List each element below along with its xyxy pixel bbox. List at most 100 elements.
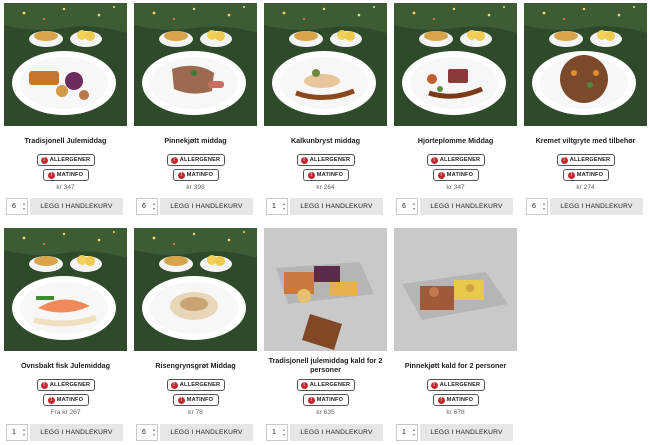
quantity-spinner[interactable]: ▲ ▼: [281, 428, 287, 438]
allergen-button[interactable]: ! ALLERGENER: [296, 154, 355, 166]
warning-icon: !: [40, 381, 48, 389]
warning-icon: !: [307, 396, 315, 404]
product-image[interactable]: [134, 3, 257, 126]
product-title[interactable]: Pinnekjøtt kald for 2 personer: [392, 354, 519, 376]
matinfo-button[interactable]: ! MATINFO: [302, 169, 349, 181]
matinfo-label: MATINFO: [576, 172, 604, 178]
allergen-button[interactable]: ! ALLERGENER: [426, 379, 485, 391]
product-title[interactable]: Risengrynsgrøt Middag: [132, 354, 259, 376]
product-price: kr 678: [446, 409, 465, 416]
quantity-value[interactable]: 6: [7, 203, 21, 210]
warning-icon: !: [40, 156, 48, 164]
allergen-button[interactable]: ! ALLERGENER: [426, 154, 485, 166]
allergen-button[interactable]: ! ALLERGENER: [296, 379, 355, 391]
matinfo-button[interactable]: ! MATINFO: [42, 394, 89, 406]
add-to-cart-button[interactable]: LEGG I HANDLEKURV: [290, 424, 383, 441]
quantity-spinner[interactable]: ▲ ▼: [281, 202, 287, 212]
quantity-stepper[interactable]: 1 ▲ ▼: [396, 424, 418, 441]
product-title[interactable]: Hjorteplomme Middag: [392, 129, 519, 151]
matinfo-button[interactable]: ! MATINFO: [42, 169, 89, 181]
add-to-cart-button[interactable]: LEGG I HANDLEKURV: [420, 198, 513, 215]
product-title[interactable]: Tradisjonell julemiddag kald for 2 perso…: [262, 354, 389, 376]
quantity-value[interactable]: 6: [397, 203, 411, 210]
warning-icon: !: [170, 156, 178, 164]
decrement-icon[interactable]: ▼: [542, 207, 545, 212]
food-photo: [264, 3, 387, 126]
decrement-icon[interactable]: ▼: [22, 207, 25, 212]
add-to-cart-button[interactable]: LEGG I HANDLEKURV: [30, 424, 123, 441]
matinfo-label: MATINFO: [446, 172, 474, 178]
matinfo-button[interactable]: ! MATINFO: [562, 169, 609, 181]
add-to-cart-row: 6 ▲ ▼ LEGG I HANDLEKURV: [132, 198, 259, 215]
product-image[interactable]: [394, 228, 517, 351]
decrement-icon[interactable]: ▼: [412, 433, 415, 438]
decrement-icon[interactable]: ▼: [22, 433, 25, 438]
product-image[interactable]: [4, 3, 127, 126]
quantity-spinner[interactable]: ▲ ▼: [151, 202, 157, 212]
matinfo-button[interactable]: ! MATINFO: [432, 169, 479, 181]
quantity-value[interactable]: 1: [267, 429, 281, 436]
warning-icon: !: [300, 381, 308, 389]
product-title[interactable]: Kalkunbryst middag: [262, 129, 389, 151]
quantity-stepper[interactable]: 1 ▲ ▼: [266, 198, 288, 215]
add-to-cart-button[interactable]: LEGG I HANDLEKURV: [30, 198, 123, 215]
product-image[interactable]: [394, 3, 517, 126]
matinfo-button[interactable]: ! MATINFO: [172, 169, 219, 181]
quantity-value[interactable]: 6: [527, 203, 541, 210]
allergen-label: ALLERGENER: [309, 382, 351, 388]
product-title[interactable]: Tradisjonell Julemiddag: [2, 129, 129, 151]
add-to-cart-button[interactable]: LEGG I HANDLEKURV: [420, 424, 513, 441]
quantity-value[interactable]: 1: [267, 203, 281, 210]
quantity-stepper[interactable]: 6 ▲ ▼: [396, 198, 418, 215]
matinfo-button[interactable]: ! MATINFO: [172, 394, 219, 406]
quantity-stepper[interactable]: 6 ▲ ▼: [6, 198, 28, 215]
allergen-button[interactable]: ! ALLERGENER: [36, 154, 95, 166]
product-card-6: Ovnsbakt fisk Julemiddag ! ALLERGENER ! …: [2, 228, 129, 441]
product-title[interactable]: Kremet viltgryte med tilbehør: [522, 129, 649, 151]
add-to-cart-button[interactable]: LEGG I HANDLEKURV: [550, 198, 643, 215]
warning-icon: !: [177, 171, 185, 179]
add-to-cart-button[interactable]: LEGG I HANDLEKURV: [160, 424, 253, 441]
quantity-value[interactable]: 1: [397, 429, 411, 436]
add-to-cart-button[interactable]: LEGG I HANDLEKURV: [290, 198, 383, 215]
matinfo-label: MATINFO: [56, 172, 84, 178]
quantity-spinner[interactable]: ▲ ▼: [21, 428, 27, 438]
allergen-button[interactable]: ! ALLERGENER: [166, 154, 225, 166]
quantity-stepper[interactable]: 6 ▲ ▼: [136, 424, 158, 441]
decrement-icon[interactable]: ▼: [282, 207, 285, 212]
decrement-icon[interactable]: ▼: [152, 207, 155, 212]
quantity-value[interactable]: 6: [137, 203, 151, 210]
product-image[interactable]: [264, 228, 387, 351]
matinfo-button[interactable]: ! MATINFO: [432, 394, 479, 406]
product-image[interactable]: [4, 228, 127, 351]
quantity-stepper[interactable]: 6 ▲ ▼: [136, 198, 158, 215]
quantity-stepper[interactable]: 1 ▲ ▼: [266, 424, 288, 441]
add-to-cart-button[interactable]: LEGG I HANDLEKURV: [160, 198, 253, 215]
quantity-spinner[interactable]: ▲ ▼: [541, 202, 547, 212]
allergen-button[interactable]: ! ALLERGENER: [556, 154, 615, 166]
product-image[interactable]: [134, 228, 257, 351]
allergen-button[interactable]: ! ALLERGENER: [166, 379, 225, 391]
quantity-spinner[interactable]: ▲ ▼: [151, 428, 157, 438]
warning-icon: !: [437, 396, 445, 404]
warning-icon: !: [307, 171, 315, 179]
quantity-stepper[interactable]: 1 ▲ ▼: [6, 424, 28, 441]
quantity-spinner[interactable]: ▲ ▼: [411, 428, 417, 438]
product-title[interactable]: Ovnsbakt fisk Julemiddag: [2, 354, 129, 376]
product-image[interactable]: [524, 3, 647, 126]
product-price: kr 274: [576, 184, 595, 191]
allergen-button[interactable]: ! ALLERGENER: [36, 379, 95, 391]
matinfo-label: MATINFO: [446, 397, 474, 403]
quantity-value[interactable]: 6: [137, 429, 151, 436]
quantity-spinner[interactable]: ▲ ▼: [411, 202, 417, 212]
quantity-stepper[interactable]: 6 ▲ ▼: [526, 198, 548, 215]
quantity-spinner[interactable]: ▲ ▼: [21, 202, 27, 212]
quantity-value[interactable]: 1: [7, 429, 21, 436]
product-title[interactable]: Pinnekjøtt middag: [132, 129, 259, 151]
decrement-icon[interactable]: ▼: [282, 433, 285, 438]
matinfo-button[interactable]: ! MATINFO: [302, 394, 349, 406]
matinfo-label: MATINFO: [316, 397, 344, 403]
decrement-icon[interactable]: ▼: [152, 433, 155, 438]
product-image[interactable]: [264, 3, 387, 126]
decrement-icon[interactable]: ▼: [412, 207, 415, 212]
